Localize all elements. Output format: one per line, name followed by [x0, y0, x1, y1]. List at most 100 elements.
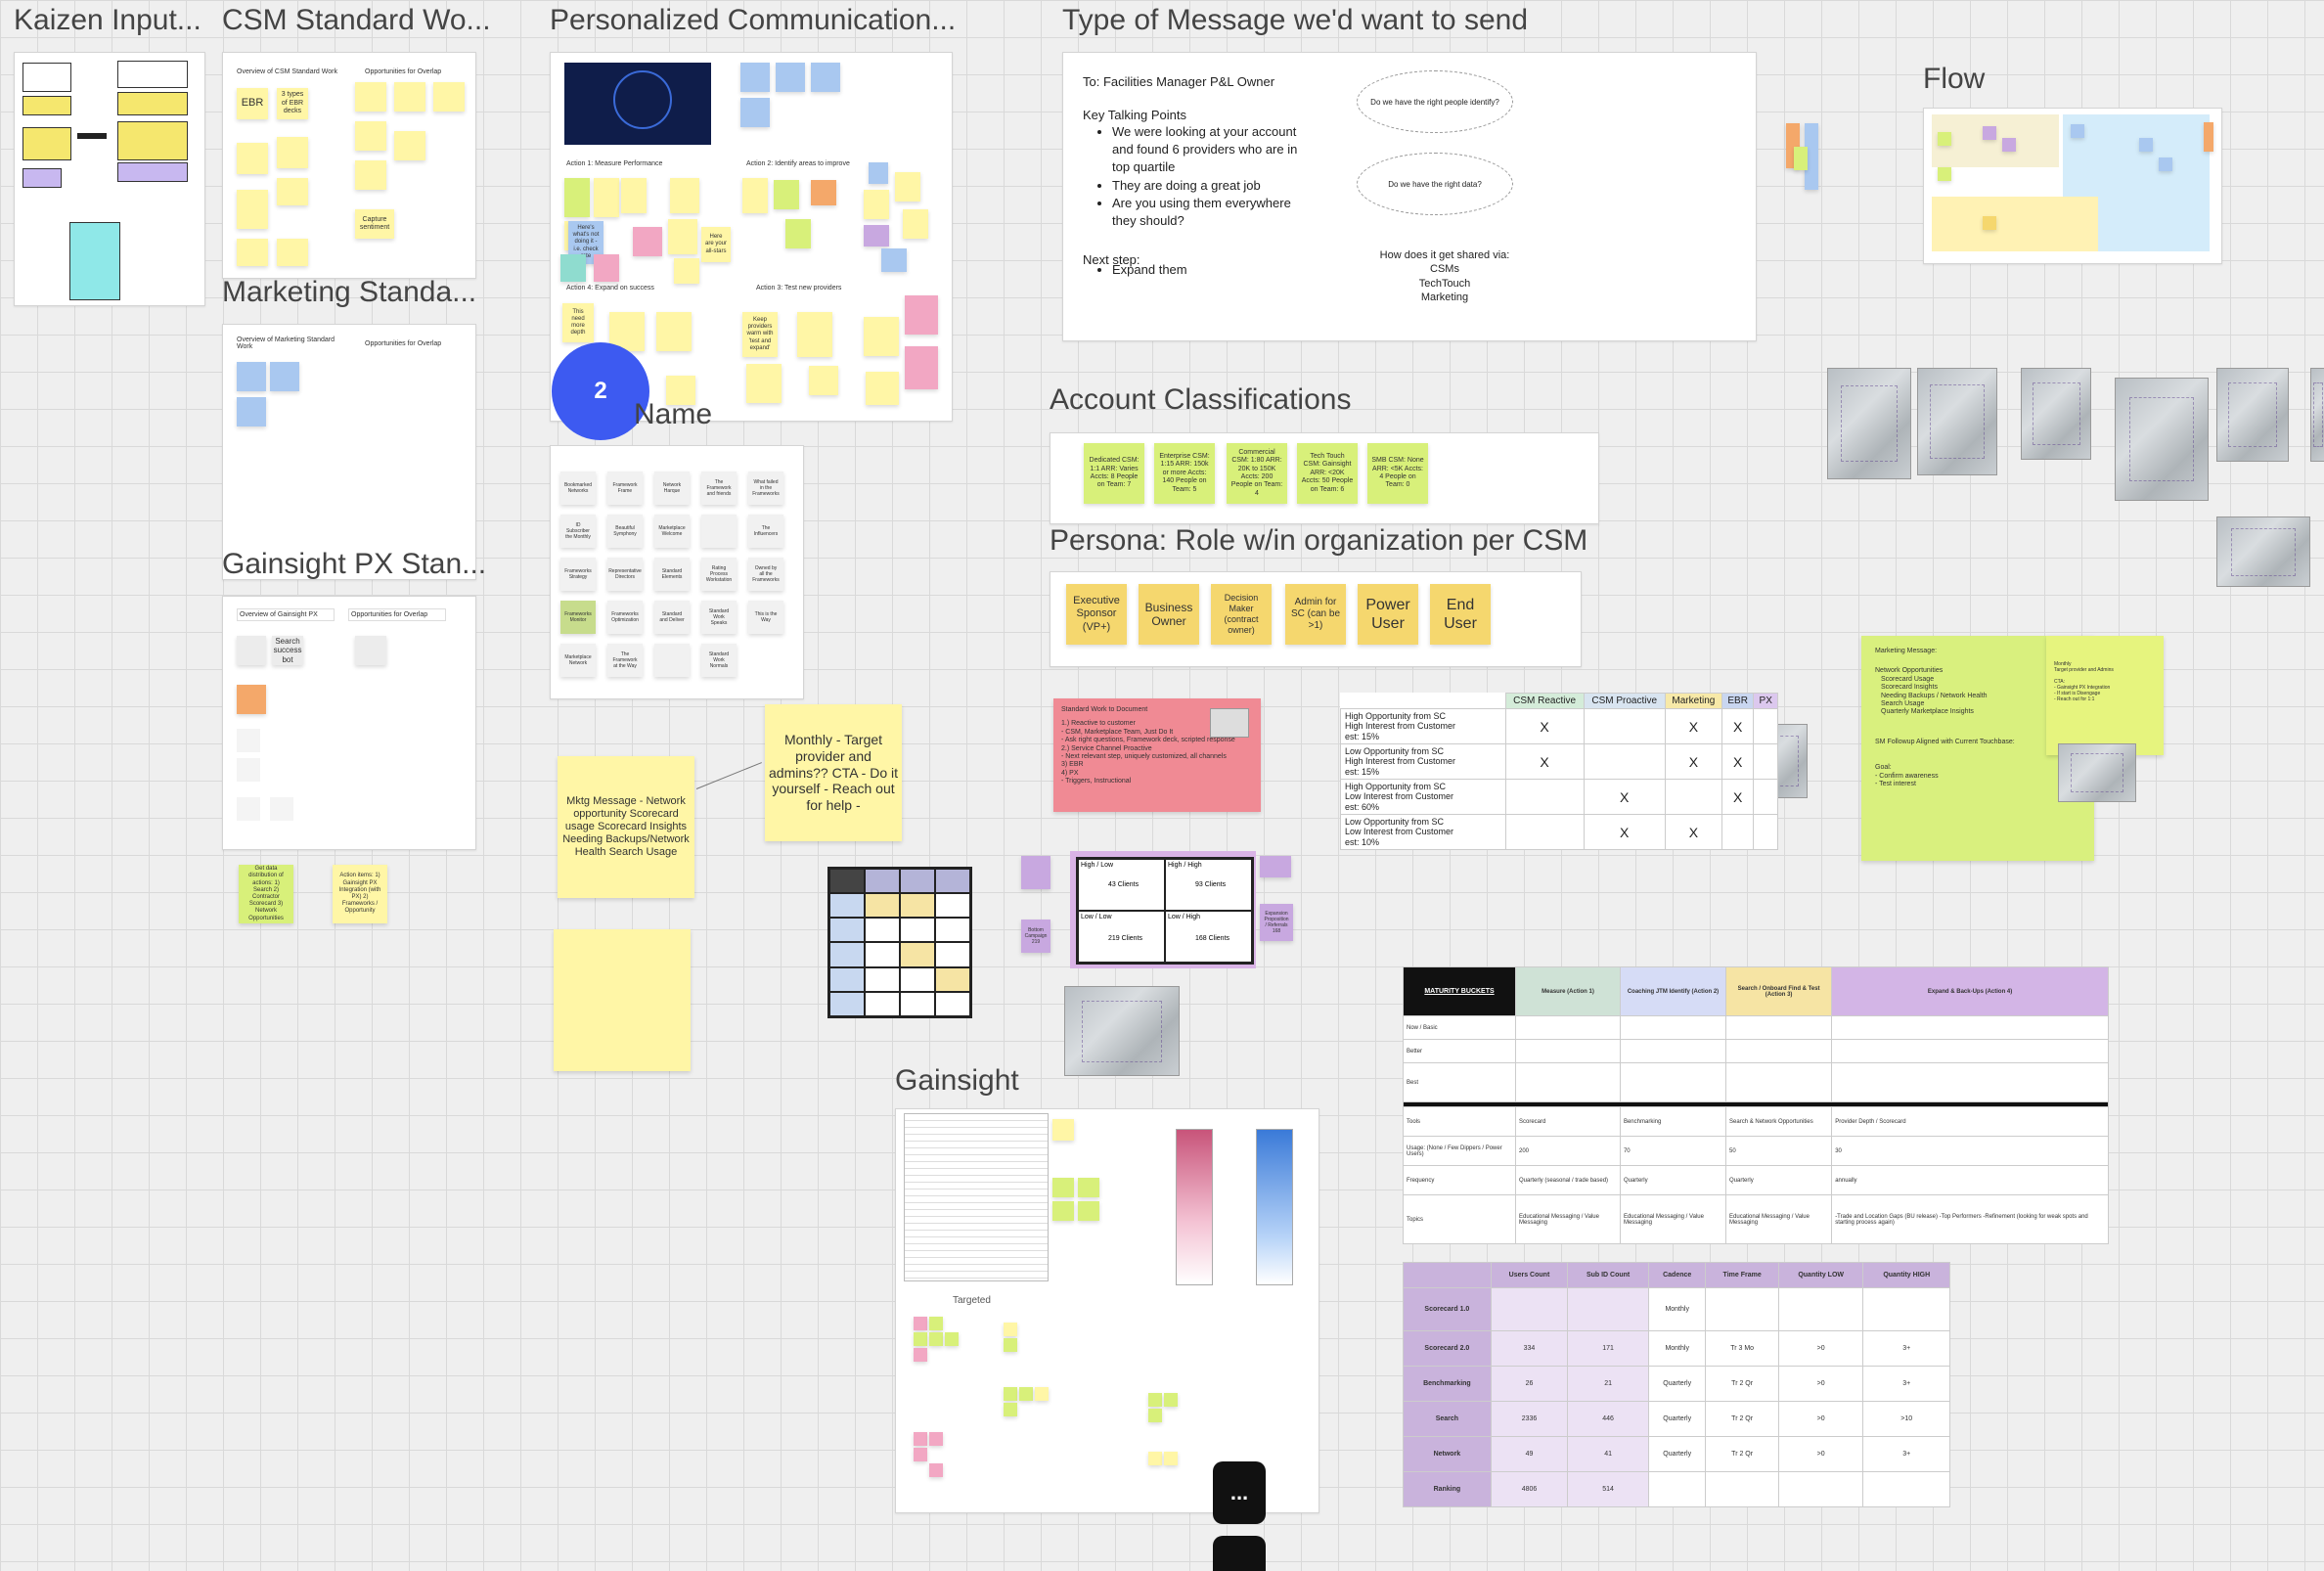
usage-cell[interactable]: Tr 2 Qr — [1705, 1401, 1779, 1437]
sticky-note[interactable] — [1983, 126, 1996, 140]
sticky-note[interactable] — [1148, 1393, 1162, 1407]
sticky-note[interactable] — [1052, 1178, 1074, 1197]
sticky-capture[interactable]: Capture sentiment — [355, 209, 394, 239]
name-sticky[interactable]: Owned by all the Frameworks — [748, 558, 783, 591]
usage-cell[interactable]: >0 — [1777, 1330, 1864, 1367]
usage-cell[interactable]: Tr 2 Qr — [1705, 1436, 1779, 1472]
sticky-note[interactable] — [864, 317, 899, 356]
sticky-note[interactable] — [1164, 1452, 1178, 1465]
maturity-cell[interactable]: Quarterly — [1619, 1165, 1727, 1195]
matrix-cell[interactable] — [1504, 779, 1585, 816]
sticky-note[interactable] — [1052, 1119, 1074, 1141]
kaizen-detail-box[interactable] — [69, 222, 120, 300]
sticky-note[interactable] — [633, 227, 662, 256]
sticky-ebr[interactable]: EBR — [237, 88, 268, 119]
maturity-cell[interactable] — [1515, 1039, 1621, 1063]
maturity-cell[interactable]: Quarterly (seasonal / trade based) — [1515, 1165, 1621, 1195]
usage-cell[interactable]: >0 — [1777, 1366, 1864, 1402]
maturity-buckets-table[interactable]: MATURITY BUCKETS Measure (Action 1) Coac… — [1403, 966, 2109, 1244]
sticky-note[interactable] — [237, 143, 268, 174]
persona-executive-sponsor[interactable]: Executive Sponsor (VP+) — [1066, 584, 1127, 645]
name-sticky[interactable]: The Framework and friends — [701, 471, 737, 505]
sticky-note[interactable] — [433, 82, 465, 112]
maturity-detail-label[interactable]: Frequency — [1403, 1165, 1516, 1195]
maturity-cell[interactable]: 200 — [1515, 1136, 1621, 1166]
maturity-cell[interactable]: Educational Messaging / Value Messaging — [1515, 1194, 1621, 1244]
sticky-note[interactable] — [277, 178, 308, 205]
attached-image-thumbnail[interactable] — [1210, 708, 1249, 738]
kaizen-box[interactable] — [117, 121, 188, 160]
sticky-note[interactable] — [809, 366, 838, 395]
sticky-note[interactable] — [1035, 1387, 1049, 1401]
frame-title-flow[interactable]: Flow — [1923, 63, 1985, 96]
frame-title-csm-standard[interactable]: CSM Standard Wo... — [222, 4, 491, 37]
maturity-cell[interactable] — [1831, 1039, 2109, 1063]
sticky-note[interactable] — [905, 346, 938, 389]
name-sticky[interactable]: Frameworks Monitor — [560, 601, 596, 634]
whiteboard-photo[interactable] — [2021, 368, 2091, 460]
usage-cell[interactable] — [1777, 1287, 1864, 1331]
persona-end-user[interactable]: End User — [1430, 584, 1491, 645]
name-sticky[interactable]: The Influencers — [748, 515, 783, 548]
quadrant-cell[interactable]: Low / High 168 Clients — [1165, 911, 1252, 963]
name-sticky[interactable]: What failed in the Frameworks — [748, 471, 783, 505]
persona-admin-sc[interactable]: Admin for SC (can be >1) — [1285, 584, 1346, 645]
maturity-level-label[interactable]: Now / Basic — [1403, 1015, 1516, 1040]
name-sticky[interactable] — [701, 515, 737, 548]
usage-row-label[interactable]: Search — [1403, 1401, 1492, 1437]
sticky-note[interactable] — [914, 1348, 927, 1362]
maturity-header[interactable]: Expand & Back-Ups (Action 4) — [1831, 966, 2109, 1016]
usage-cell[interactable]: 171 — [1567, 1330, 1650, 1367]
sticky-note[interactable] — [929, 1317, 943, 1330]
sticky-note[interactable] — [270, 362, 299, 391]
question-bubble[interactable]: Do we have the right people identify? — [1357, 70, 1513, 133]
usage-row-label[interactable]: Ranking — [1403, 1471, 1492, 1507]
matrix-cell[interactable] — [1753, 743, 1778, 781]
placeholder-sticky[interactable] — [237, 729, 260, 752]
gainsight-screenshot[interactable] — [904, 1113, 1049, 1281]
sticky-note[interactable] — [869, 162, 888, 184]
name-sticky[interactable]: Marketplace Welcome — [654, 515, 690, 548]
matrix-cell[interactable]: X — [1721, 743, 1755, 781]
sticky-note[interactable] — [881, 248, 907, 272]
sticky-note[interactable] — [2139, 138, 2153, 152]
name-sticky[interactable]: Marketplace Network — [560, 644, 596, 677]
sticky-note[interactable] — [394, 131, 425, 160]
maturity-detail-label[interactable]: Tools — [1403, 1106, 1516, 1137]
usage-cell[interactable] — [1777, 1471, 1864, 1507]
sticky-monthly-cta[interactable]: Monthly Target provider and Admins CTA: … — [2046, 636, 2164, 755]
sticky-data-distribution[interactable]: Get data distribution of actions: 1) Sea… — [239, 865, 293, 923]
flow-frame[interactable] — [1923, 108, 2222, 264]
placeholder-sticky[interactable] — [237, 758, 260, 782]
frame-title-personalized[interactable]: Personalized Communication... — [550, 4, 956, 37]
matrix-cell[interactable] — [1583, 707, 1666, 745]
maturity-cell[interactable]: Quarterly — [1725, 1165, 1833, 1195]
sticky-standard-work-doc[interactable]: Standard Work to Document 1.) Reactive t… — [1053, 698, 1261, 812]
sticky-note[interactable] — [594, 254, 619, 282]
matrix-cell[interactable] — [1721, 814, 1755, 851]
matrix-cell[interactable]: X — [1721, 707, 1755, 745]
usage-col-header[interactable] — [1403, 1262, 1492, 1288]
whiteboard-photo[interactable] — [2310, 368, 2324, 462]
maturity-detail-label[interactable]: Topics — [1403, 1194, 1516, 1244]
usage-cell[interactable]: Monthly — [1648, 1330, 1707, 1367]
name-sticky[interactable]: Frameworks Strategy — [560, 558, 596, 591]
matrix-cell[interactable] — [1753, 814, 1778, 851]
maturity-cell[interactable]: Provider Depth / Scorecard — [1831, 1106, 2109, 1137]
name-sticky[interactable]: Standard and Deliver — [654, 601, 690, 634]
frame-title-message-type[interactable]: Type of Message we'd want to send — [1062, 4, 1528, 37]
usage-cell[interactable]: 446 — [1567, 1401, 1650, 1437]
marketing-standard-frame[interactable]: Overview of Marketing Standard Work Oppo… — [222, 324, 476, 580]
usage-row-label[interactable]: Benchmarking — [1403, 1366, 1492, 1402]
sticky-test-expand[interactable]: Keep providers warm with 'test and expan… — [742, 312, 778, 357]
usage-col-header[interactable]: Quantity LOW — [1777, 1262, 1864, 1288]
matrix-col-px[interactable]: PX — [1753, 693, 1778, 709]
maturity-cell[interactable] — [1619, 1062, 1727, 1102]
account-class-dedicated[interactable]: Dedicated CSM: 1:1 ARR: Varies Accts: 8 … — [1084, 443, 1144, 504]
maturity-cell[interactable] — [1831, 1015, 2109, 1040]
persona-business-owner[interactable]: Business Owner — [1139, 584, 1199, 645]
maturity-header[interactable]: Measure (Action 1) — [1515, 966, 1621, 1016]
sticky-all-stars[interactable]: Here are your all-stars — [701, 227, 731, 262]
matrix-cell[interactable] — [1753, 707, 1778, 745]
name-sticky[interactable]: Standard Work Normals — [701, 644, 737, 677]
